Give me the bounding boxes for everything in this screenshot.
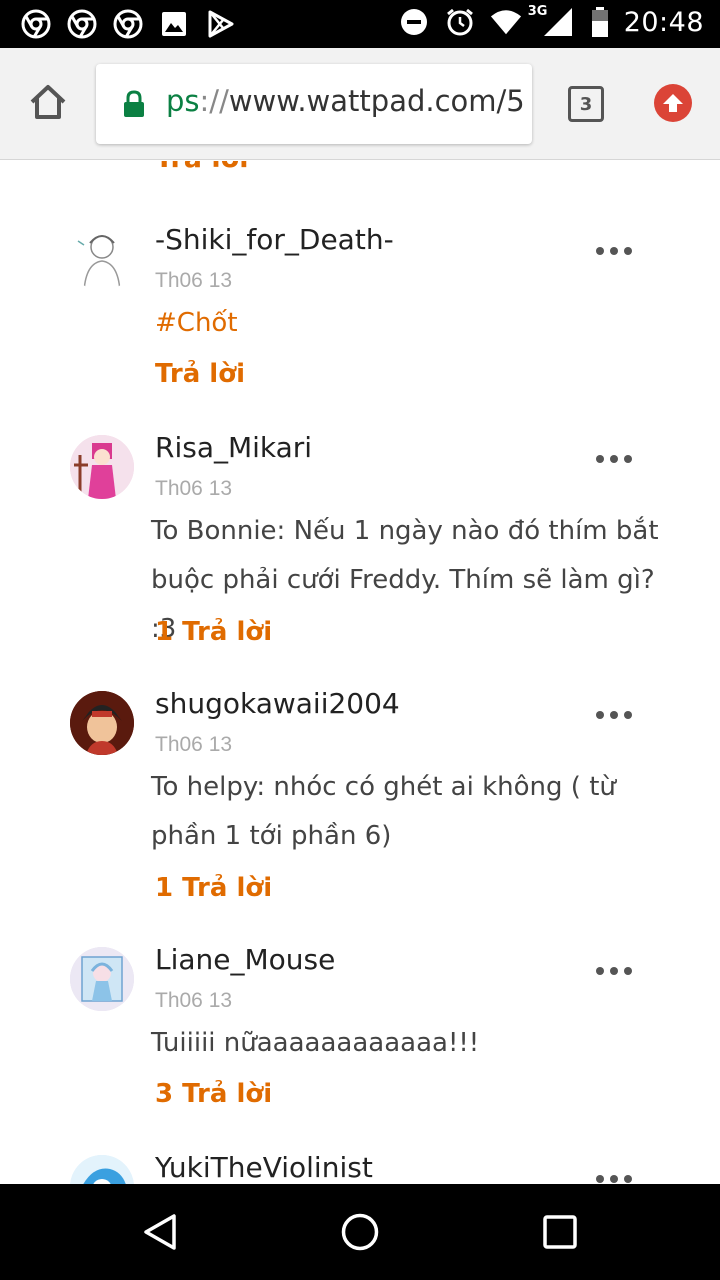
comment-date: Th06 13 xyxy=(155,269,233,292)
back-icon[interactable] xyxy=(140,1212,180,1252)
clock: 20:48 xyxy=(623,6,704,38)
address-bar[interactable]: ps://www.wattpad.com/5 xyxy=(96,64,532,144)
alarm-icon xyxy=(444,6,476,38)
do-not-disturb-icon xyxy=(398,6,430,38)
network-type: 3G xyxy=(527,4,548,19)
comment-text: To helpy: nhóc có ghét ai không ( từ phầ… xyxy=(151,772,616,851)
reply-link[interactable]: Trả lời xyxy=(155,161,248,174)
avatar[interactable] xyxy=(70,691,134,755)
comment-text: #Chốt xyxy=(155,308,238,338)
username[interactable]: shugokawaii2004 xyxy=(155,687,400,720)
chrome-icon xyxy=(66,8,98,40)
more-options-icon[interactable] xyxy=(596,709,632,721)
chrome-icon xyxy=(20,8,52,40)
navigation-bar xyxy=(0,1184,720,1280)
avatar[interactable] xyxy=(70,947,134,1011)
more-options-icon[interactable] xyxy=(596,453,632,465)
lock-icon xyxy=(122,90,146,118)
battery-icon xyxy=(590,6,610,38)
browser-toolbar: ps://www.wattpad.com/5 3 xyxy=(0,48,720,160)
more-options-icon[interactable] xyxy=(596,245,632,257)
comment-date: Th06 13 xyxy=(155,989,233,1012)
comment-date: Th06 13 xyxy=(155,733,233,756)
recents-icon[interactable] xyxy=(540,1212,580,1252)
tab-switcher-button[interactable]: 3 xyxy=(568,86,604,122)
reply-link[interactable]: Trả lời xyxy=(155,359,245,389)
username[interactable]: Liane_Mouse xyxy=(155,943,335,976)
chrome-icon xyxy=(112,8,144,40)
avatar[interactable] xyxy=(70,227,134,291)
reply-link[interactable]: 1 Trả lời xyxy=(155,617,272,647)
update-icon[interactable] xyxy=(654,84,692,122)
reply-link[interactable]: 1 Trả lời xyxy=(155,873,272,903)
more-options-icon[interactable] xyxy=(596,1173,632,1184)
play-store-icon xyxy=(204,8,236,40)
comment-date: Th06 13 xyxy=(155,477,233,500)
avatar[interactable] xyxy=(70,1155,134,1184)
url-host: www.wattpad.com/5 xyxy=(228,84,525,118)
username[interactable]: -Shiki_for_Death- xyxy=(155,223,394,256)
comments-list: Trả lời -Shiki_for_Death- Th06 13 #Chốt … xyxy=(0,161,720,1184)
username[interactable]: Risa_Mikari xyxy=(155,431,312,464)
tab-count: 3 xyxy=(579,93,593,115)
avatar[interactable] xyxy=(70,435,134,499)
reply-link[interactable]: 3 Trả lời xyxy=(155,1079,272,1109)
browser-home-icon[interactable] xyxy=(26,80,70,124)
url-scheme: ps xyxy=(166,84,200,118)
home-icon[interactable] xyxy=(340,1212,380,1252)
wifi-icon xyxy=(490,6,522,38)
username[interactable]: YukiTheViolinist xyxy=(155,1151,373,1184)
image-icon xyxy=(158,8,190,40)
status-bar: 3G 20:48 xyxy=(0,0,720,48)
comment-text: Tuiiiii nữaaaaaaaaaaaa!!! xyxy=(151,1028,480,1058)
url-text: ps://www.wattpad.com/5 xyxy=(166,84,525,118)
more-options-icon[interactable] xyxy=(596,965,632,977)
signal-icon: 3G xyxy=(528,4,576,38)
url-separator: :// xyxy=(199,84,229,118)
